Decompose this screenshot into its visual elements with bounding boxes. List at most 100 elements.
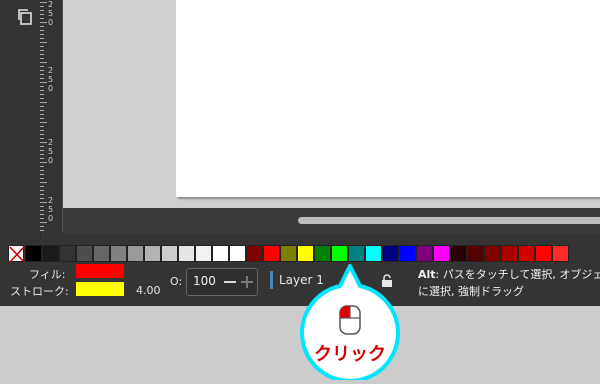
ruler-tick: [40, 54, 44, 55]
no-paint-swatch[interactable]: [8, 245, 25, 263]
ruler-tick: [40, 214, 44, 215]
palette-swatch[interactable]: [297, 245, 314, 262]
horizontal-scrollbar[interactable]: [63, 208, 600, 234]
ruler-tick: [40, 74, 44, 75]
ruler-tick: [40, 186, 44, 187]
ruler-tick: [40, 94, 44, 95]
ruler-label: 2: [48, 196, 54, 205]
ruler-tick: [40, 222, 47, 223]
ruler-tick: [40, 34, 44, 35]
status-hint-line1: Alt: パスをタッチして選択, オブジェクトを: [418, 266, 600, 282]
stroke-indicator[interactable]: [76, 282, 124, 296]
palette-swatch[interactable]: [433, 245, 450, 262]
palette-swatch[interactable]: [450, 245, 467, 262]
ruler-tick: [40, 170, 44, 171]
ruler-label: 5: [48, 147, 54, 156]
ruler-label: 2: [48, 66, 54, 75]
ruler-tick: [40, 178, 44, 179]
ruler-label: 0: [48, 214, 54, 223]
ruler-tick: [40, 218, 44, 219]
palette-swatch[interactable]: [484, 245, 501, 262]
palette-swatch[interactable]: [246, 245, 263, 262]
click-label: クリック: [314, 344, 386, 365]
layer-color-indicator: [270, 271, 273, 289]
ruler-tick: [40, 210, 44, 211]
palette-swatch[interactable]: [263, 245, 280, 262]
palette-swatch[interactable]: [280, 245, 297, 262]
no-paint-icon: [9, 246, 25, 263]
inkscape-window: 2 5 0 2 5 0 2 5 0 2 5 0 フィル: ストローク: 4.00…: [0, 0, 600, 306]
vertical-ruler: 2 5 0 2 5 0 2 5 0 2 5 0: [40, 0, 63, 232]
ruler-tick: [40, 114, 44, 115]
palette-swatch[interactable]: [365, 245, 382, 262]
document-page[interactable]: [176, 0, 600, 197]
ruler-label: 5: [48, 205, 54, 214]
ruler-tick: [40, 150, 44, 151]
ruler-tick: [40, 30, 44, 31]
ruler-tick: [40, 102, 47, 103]
palette-swatch[interactable]: [144, 245, 161, 262]
palette-swatch[interactable]: [93, 245, 110, 262]
ruler-tick: [40, 134, 44, 135]
palette-swatch[interactable]: [382, 245, 399, 262]
palette-swatch[interactable]: [42, 245, 59, 262]
palette-swatch[interactable]: [552, 245, 569, 262]
palette-swatch[interactable]: [161, 245, 178, 262]
ruler-tick: [40, 38, 44, 39]
palette-swatch[interactable]: [25, 245, 42, 262]
ruler-tick: [40, 126, 44, 127]
ruler-label: 0: [48, 156, 54, 165]
canvas-area[interactable]: [63, 0, 600, 208]
palette-swatch[interactable]: [212, 245, 229, 262]
ruler-tick: [40, 70, 44, 71]
opacity-spinbox[interactable]: 100: [186, 268, 258, 296]
palette-swatch[interactable]: [399, 245, 416, 262]
ruler-tick: [40, 162, 47, 163]
ruler-tick: [40, 194, 44, 195]
stroke-width-value[interactable]: 4.00: [136, 284, 161, 297]
minus-icon[interactable]: [224, 281, 236, 283]
opacity-value[interactable]: 100: [193, 274, 216, 288]
scrollbar-thumb[interactable]: [298, 217, 600, 224]
ruler-tick: [40, 18, 44, 19]
palette-swatch[interactable]: [195, 245, 212, 262]
palette-swatch[interactable]: [348, 245, 365, 262]
palette-swatch[interactable]: [535, 245, 552, 262]
palette-swatch[interactable]: [110, 245, 127, 262]
ruler-tick: [40, 166, 44, 167]
ruler-tick: [40, 50, 44, 51]
fill-indicator[interactable]: [76, 264, 124, 278]
palette-swatch[interactable]: [416, 245, 433, 262]
ruler-tick: [40, 198, 44, 199]
color-palette: [8, 245, 569, 263]
copy-icon[interactable]: [16, 8, 34, 26]
ruler-tick: [40, 26, 44, 27]
palette-swatch[interactable]: [518, 245, 535, 262]
ruler-label: 0: [48, 18, 54, 27]
ruler-tick: [40, 226, 44, 227]
ruler-tick: [40, 46, 44, 47]
palette-swatch[interactable]: [501, 245, 518, 262]
palette-swatch[interactable]: [76, 245, 93, 262]
palette-swatch[interactable]: [229, 245, 246, 262]
ruler-tick: [40, 58, 44, 59]
mouse-left-click-icon: [339, 305, 361, 335]
left-toolbar: [0, 0, 41, 240]
ruler-tick: [40, 22, 47, 23]
palette-swatch[interactable]: [331, 245, 348, 262]
ruler-label: 2: [48, 138, 54, 147]
ruler-tick: [40, 174, 44, 175]
palette-swatch[interactable]: [127, 245, 144, 262]
palette-swatch[interactable]: [467, 245, 484, 262]
ruler-tick: [40, 206, 44, 207]
ruler-tick: [40, 142, 47, 143]
palette-swatch[interactable]: [59, 245, 76, 262]
fill-label: フィル:: [29, 268, 66, 281]
palette-swatch[interactable]: [314, 245, 331, 262]
ruler-label: 0: [48, 84, 54, 93]
ruler-tick: [40, 154, 44, 155]
ruler-tick: [40, 2, 47, 3]
ruler-tick: [40, 110, 44, 111]
palette-swatch[interactable]: [178, 245, 195, 262]
ruler-tick: [40, 118, 44, 119]
